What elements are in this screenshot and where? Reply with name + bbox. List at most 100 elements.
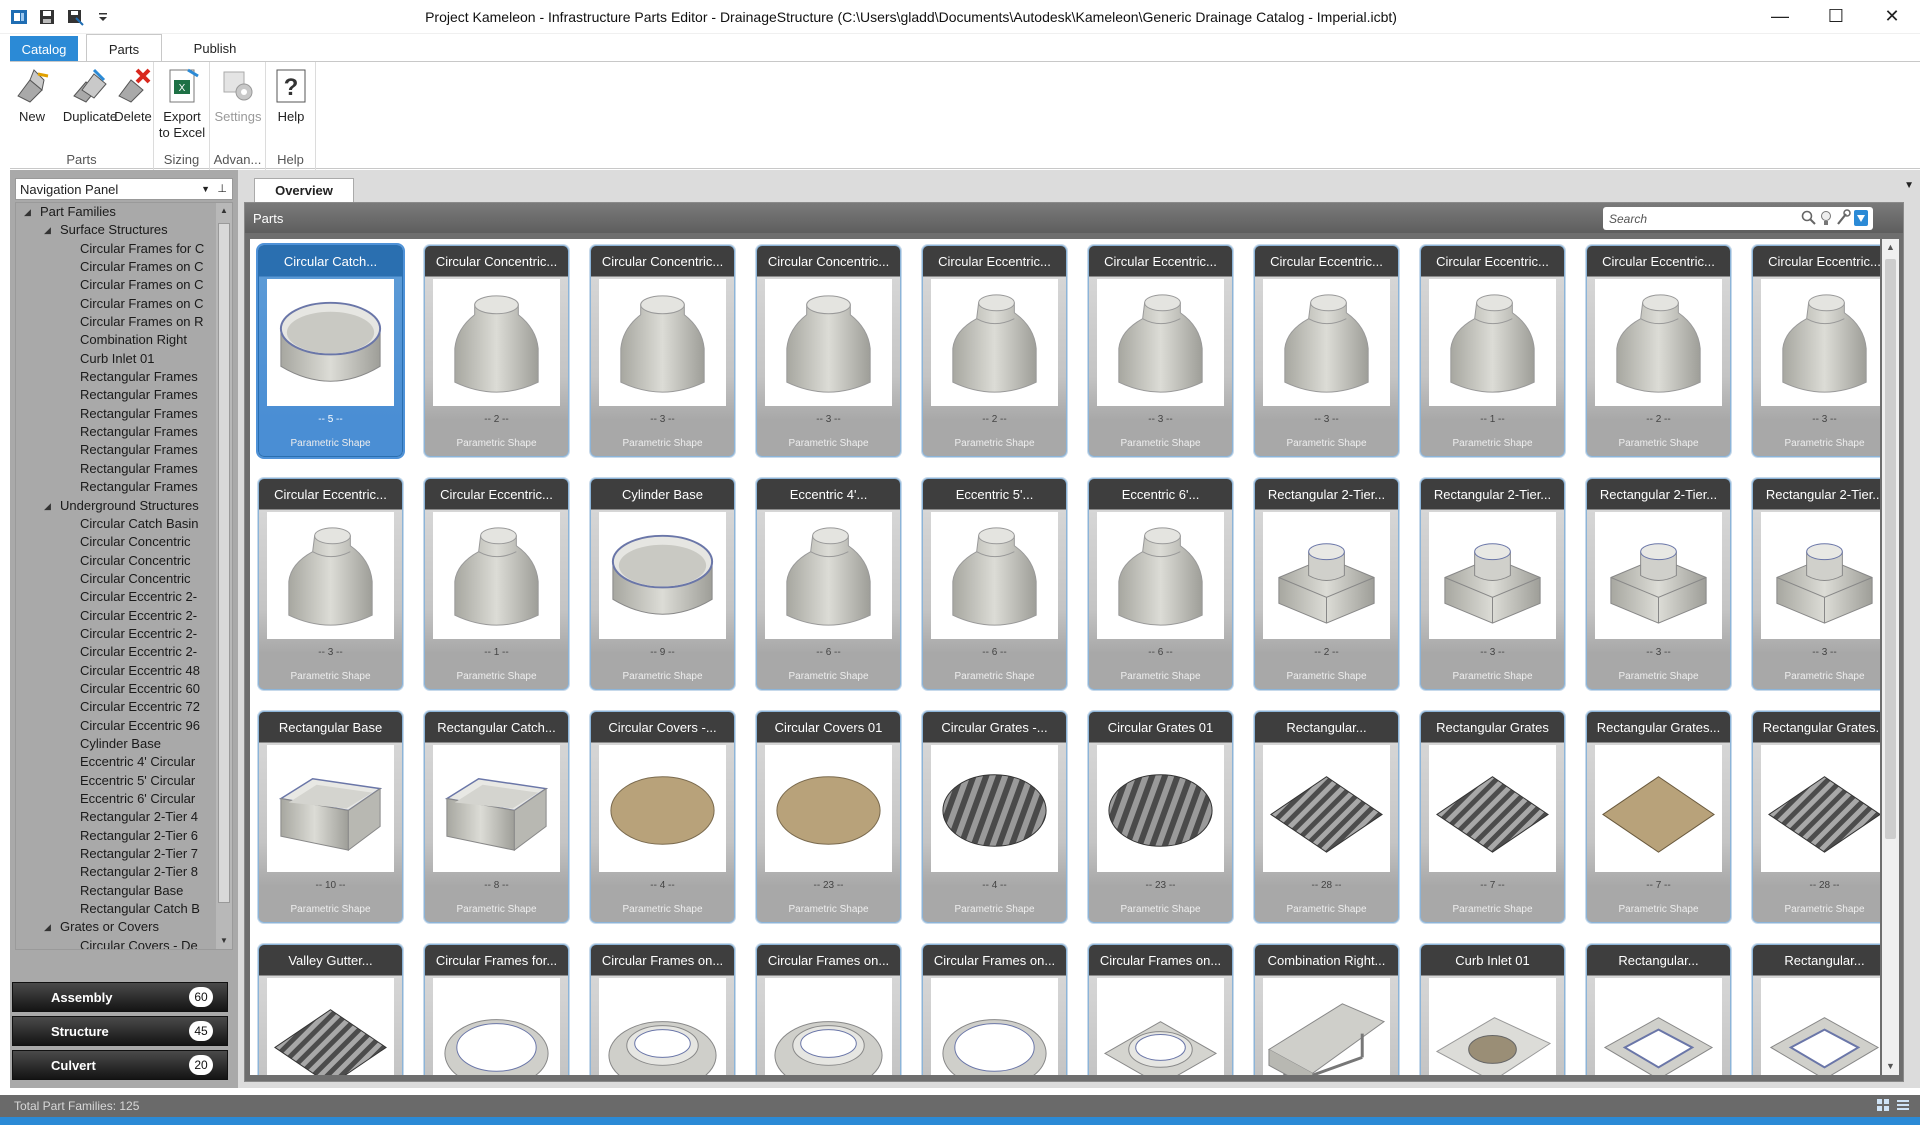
grid-view-icon[interactable] [1876,1098,1890,1112]
tree-node[interactable]: Rectangular 2-Tier 4 [16,808,216,826]
tree-node[interactable]: Cylinder Base [16,735,216,753]
tree-node[interactable]: ◢ Part Families [16,203,216,221]
part-card[interactable]: Circular Eccentric... -- 3 -- Parametric S… [1752,245,1880,457]
tree-vertical-scrollbar[interactable]: ▲ ▼ [216,203,232,949]
save-icon[interactable] [36,6,58,28]
expand-toggle-icon[interactable]: ◢ [24,203,31,221]
scroll-down-icon[interactable]: ▼ [216,933,232,949]
part-card[interactable]: Eccentric 4'... -- 6 -- Parametric Shape [756,478,901,690]
maximize-button[interactable]: ☐ [1808,0,1864,34]
settings-button[interactable]: Settings [214,66,262,125]
part-card[interactable]: Circular Eccentric... -- 3 -- Parametric S… [258,478,403,690]
pin-icon[interactable]: ⊥ [217,182,227,195]
tree-node[interactable]: Circular Frames on C [16,295,216,313]
tree-node[interactable]: Rectangular Frames [16,460,216,478]
tree-node[interactable]: Rectangular 2-Tier 7 [16,845,216,863]
search-icon[interactable] [1801,209,1817,227]
tab-catalog[interactable]: Catalog [10,36,78,62]
part-card[interactable]: Eccentric 6'... -- 6 -- Parametric Shape [1088,478,1233,690]
part-card[interactable]: Rectangular... -- 28 -- Parametric Shape [1254,711,1399,923]
tree-node[interactable]: ◢ Surface Structures [16,221,216,239]
tree-node[interactable]: Circular Concentric [16,533,216,551]
part-card[interactable]: Rectangular Base -- 10 -- Parametric Shape [258,711,403,923]
scroll-down-icon[interactable]: ▼ [1882,1058,1899,1075]
part-card[interactable]: Circular Eccentric... -- 2 -- Parametric S… [922,245,1067,457]
part-card[interactable]: Circular Covers 01 -- 23 -- Parametric Sha… [756,711,901,923]
part-card[interactable]: Rectangular... [1586,944,1731,1075]
customize-qat-icon[interactable] [92,6,114,28]
tree-node[interactable]: Circular Frames for C [16,240,216,258]
filter-down-icon[interactable] [1853,209,1869,227]
save-all-icon[interactable] [64,6,86,28]
tree-node[interactable]: Rectangular Catch B [16,900,216,918]
part-card[interactable]: Circular Frames on... [756,944,901,1075]
part-card[interactable]: Rectangular 2-Tier... -- 3 -- Parametric S… [1752,478,1880,690]
expand-toggle-icon[interactable]: ◢ [44,918,51,936]
tree-node[interactable]: Rectangular 2-Tier 6 [16,827,216,845]
tree-node[interactable]: Circular Frames on C [16,258,216,276]
part-card[interactable]: Rectangular 2-Tier... -- 3 -- Parametric S… [1420,478,1565,690]
part-card[interactable]: Circular Concentric... -- 3 -- Parametric … [756,245,901,457]
tree-node[interactable]: Circular Eccentric 2- [16,588,216,606]
category-assembly-button[interactable]: Assembly 60 [12,982,228,1012]
document-dropdown-icon[interactable]: ▼ [1904,180,1914,191]
tree-node[interactable]: ◢ Grates or Covers [16,918,216,936]
tree-node[interactable]: Circular Eccentric 2- [16,643,216,661]
part-card[interactable]: Circular Eccentric... -- 2 -- Parametric S… [1586,245,1731,457]
part-card[interactable]: Circular Grates 01 -- 23 -- Parametric Sha… [1088,711,1233,923]
part-card[interactable]: Curb Inlet 01 [1420,944,1565,1075]
navigation-panel-header[interactable]: Navigation Panel ▼ ⊥ [15,178,233,200]
tree-node[interactable]: Combination Right [16,331,216,349]
search-input[interactable]: Search [1603,207,1873,230]
part-card[interactable]: Circular Concentric... -- 3 -- Parametric … [590,245,735,457]
tree-node[interactable]: Eccentric 6' Circular [16,790,216,808]
help-button[interactable]: ? Help [270,66,312,125]
part-card[interactable]: Circular Frames for... [424,944,569,1075]
delete-button[interactable]: Delete [112,66,154,125]
part-card[interactable]: Circular Frames on... [590,944,735,1075]
scroll-up-icon[interactable]: ▲ [1882,239,1899,256]
expand-toggle-icon[interactable]: ◢ [44,221,51,239]
tree-node[interactable]: Circular Eccentric 60 [16,680,216,698]
part-card[interactable]: Circular Frames on... [922,944,1067,1075]
tree-node[interactable]: Circular Eccentric 48 [16,662,216,680]
part-card[interactable]: Circular Concentric... -- 2 -- Parametric … [424,245,569,457]
part-card[interactable]: Combination Right... [1254,944,1399,1075]
tree-node[interactable]: Circular Frames on R [16,313,216,331]
part-card[interactable]: Circular Frames on... [1088,944,1233,1075]
grid-vertical-scrollbar[interactable]: ▲ ▼ [1882,239,1899,1075]
tree-node[interactable]: Circular Eccentric 2- [16,607,216,625]
part-card[interactable]: Rectangular Grates... -- 7 -- Parametric S… [1586,711,1731,923]
category-culvert-button[interactable]: Culvert 20 [12,1050,228,1080]
tab-overview[interactable]: Overview [254,178,354,202]
part-card[interactable]: Rectangular Catch... -- 8 -- Parametric Sh… [424,711,569,923]
part-card[interactable]: Rectangular 2-Tier... -- 2 -- Parametric S… [1254,478,1399,690]
part-card[interactable]: Circular Eccentric... -- 1 -- Parametric S… [424,478,569,690]
duplicate-button[interactable]: Duplicate [60,66,120,125]
tree-node[interactable]: Circular Covers - De [16,937,216,949]
scroll-up-icon[interactable]: ▲ [216,203,232,219]
tree-node[interactable]: Rectangular Frames [16,386,216,404]
tree-node[interactable]: Curb Inlet 01 [16,350,216,368]
tree-scroll-thumb[interactable] [218,223,230,903]
new-button[interactable]: New [12,66,52,125]
list-view-icon[interactable] [1896,1098,1910,1112]
part-card[interactable]: Rectangular 2-Tier... -- 3 -- Parametric S… [1586,478,1731,690]
minimize-button[interactable]: — [1752,0,1808,34]
part-card[interactable]: Valley Gutter... [258,944,403,1075]
tree-node[interactable]: Circular Concentric [16,570,216,588]
tree-node[interactable]: Eccentric 5' Circular [16,772,216,790]
tree-node[interactable]: Circular Eccentric 2- [16,625,216,643]
close-button[interactable]: ✕ [1864,0,1920,34]
tree-node[interactable]: ◢ Underground Structures [16,497,216,515]
tree-node[interactable]: Rectangular Frames [16,368,216,386]
tree-node[interactable]: Rectangular Frames [16,423,216,441]
grid-scroll-thumb[interactable] [1885,259,1896,839]
part-card[interactable]: Rectangular Grates... -- 28 -- Parametric … [1752,711,1880,923]
part-card[interactable]: Circular Eccentric... -- 3 -- Parametric S… [1088,245,1233,457]
panel-dropdown-icon[interactable]: ▼ [201,184,210,194]
tab-parts[interactable]: Parts [86,34,162,63]
tree-node[interactable]: Circular Concentric [16,552,216,570]
part-card[interactable]: Cylinder Base -- 9 -- Parametric Shape [590,478,735,690]
tree-node[interactable]: Circular Frames on C [16,276,216,294]
